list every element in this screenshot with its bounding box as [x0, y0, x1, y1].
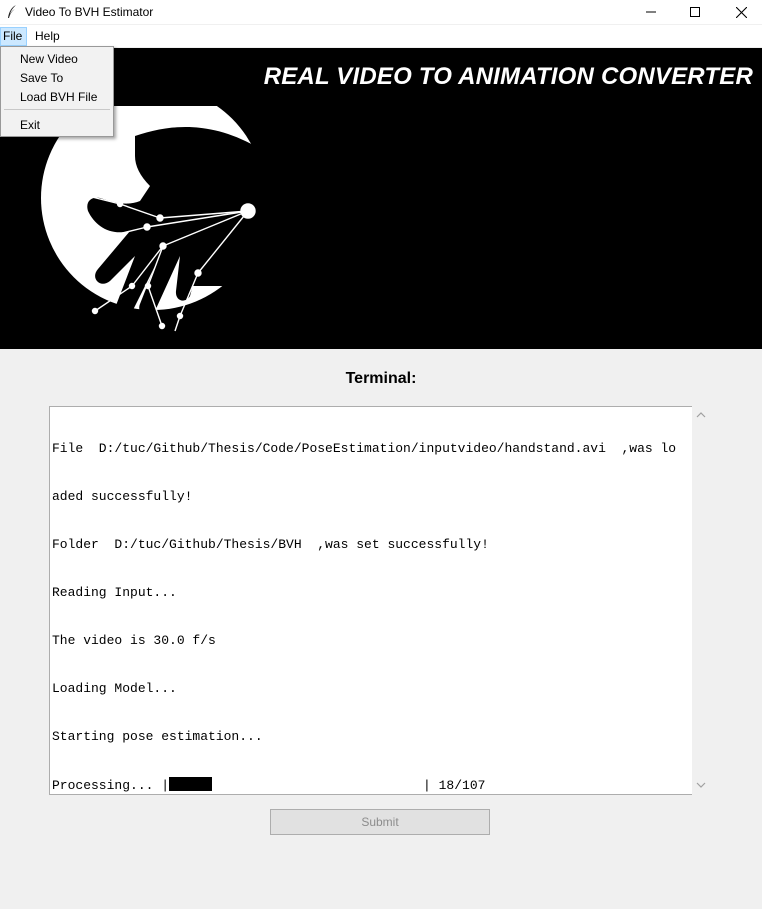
close-icon [735, 6, 747, 18]
menu-help[interactable]: Help [32, 28, 63, 45]
banner-title: REAL VIDEO TO ANIMATION CONVERTER [263, 63, 753, 90]
submit-button[interactable]: Submit [270, 809, 490, 835]
menu-file[interactable]: File [0, 27, 27, 46]
title-bar: Video To BVH Estimator [0, 0, 762, 24]
terminal-line: aded successfully! [52, 489, 193, 504]
close-button[interactable] [718, 0, 762, 24]
progress-line: Processing... | | 18/107 [52, 777, 692, 793]
maximize-button[interactable] [672, 0, 718, 24]
menu-item-new-video[interactable]: New Video [20, 50, 78, 68]
terminal-output[interactable]: File D:/tuc/Github/Thesis/Code/PoseEstim… [49, 406, 692, 795]
file-menu-dropdown: New Video Save To Load BVH File Exit [0, 46, 114, 137]
terminal-line: Reading Input... [52, 585, 177, 600]
menu-item-load-bvh[interactable]: Load BVH File [20, 88, 97, 106]
progress-prefix: Processing... | [52, 778, 170, 793]
minimize-button[interactable] [628, 0, 674, 24]
terminal-line: Folder D:/tuc/Github/Thesis/BVH ,was set… [52, 537, 489, 552]
terminal-scrollbar[interactable] [692, 406, 709, 795]
menu-item-save-to[interactable]: Save To [20, 69, 63, 87]
terminal-line: Starting pose estimation... [52, 729, 263, 744]
banner: REAL VIDEO TO ANIMATION CONVERTER [0, 48, 762, 349]
maximize-icon [690, 7, 700, 17]
minimize-icon [646, 11, 656, 13]
progress-bar-fill [169, 777, 213, 791]
scroll-down-icon[interactable] [696, 780, 706, 790]
menu-item-exit[interactable]: Exit [20, 116, 40, 134]
menu-bar: File Help [0, 25, 762, 47]
scroll-up-icon[interactable] [696, 410, 706, 420]
window-title: Video To BVH Estimator [25, 5, 154, 19]
menu-separator [4, 109, 110, 110]
terminal-line: Loading Model... [52, 681, 177, 696]
progress-suffix: | 18/107 [423, 778, 486, 793]
terminal-line: The video is 30.0 f/s [52, 633, 216, 648]
terminal-line: File D:/tuc/Github/Thesis/Code/PoseEstim… [52, 441, 677, 456]
hand-skeleton-logo [41, 106, 286, 332]
feather-icon [8, 5, 16, 18]
terminal-label: Terminal: [345, 370, 417, 387]
